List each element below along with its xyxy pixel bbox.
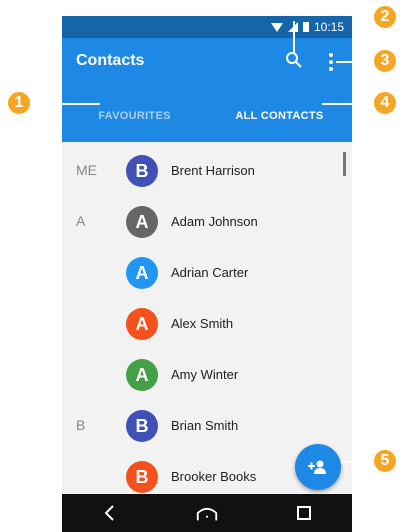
tab-favourites[interactable]: FAVOURITES — [62, 90, 207, 142]
contact-avatar: A — [126, 206, 158, 238]
status-bar: 10:15 — [62, 16, 352, 38]
callout-line — [322, 103, 376, 105]
app-title: Contacts — [76, 52, 145, 69]
contact-row[interactable]: A Alex Smith — [62, 299, 352, 350]
wifi-icon — [270, 22, 283, 32]
status-time: 10:15 — [313, 20, 344, 34]
contact-name: Adam Johnson — [171, 214, 258, 229]
contact-avatar: B — [126, 410, 158, 442]
contact-name: Amy Winter — [171, 367, 239, 382]
callout-3: 3 — [372, 48, 398, 74]
callout-2: 2 — [372, 4, 398, 30]
contacts-list[interactable]: ME B Brent Harrison A A Adam Johnson A A… — [62, 142, 352, 494]
section-header: A — [76, 213, 86, 229]
add-contact-button[interactable] — [295, 444, 341, 490]
nav-back-button[interactable] — [98, 501, 122, 525]
section-header: B — [76, 417, 86, 433]
tab-bar: FAVOURITES ALL CONTACTS — [62, 90, 352, 216]
contact-name: Brian Smith — [171, 418, 239, 433]
tab-all-contacts[interactable]: ALL CONTACTS — [207, 90, 352, 142]
tab-all-contacts-label: ALL CONTACTS — [235, 110, 324, 122]
contact-name: Alex Smith — [171, 316, 234, 331]
app-bar: Contacts — [62, 38, 352, 90]
contact-name: Adrian Carter — [171, 265, 249, 280]
contact-row[interactable]: A A Adam Johnson — [62, 197, 352, 248]
contact-avatar: B — [126, 461, 158, 493]
callout-1: 1 — [6, 90, 32, 116]
contact-avatar: B — [126, 155, 158, 187]
callout-line — [336, 61, 376, 63]
scrollbar[interactable] — [343, 152, 346, 176]
recents-icon — [296, 506, 311, 520]
contact-row[interactable]: A Amy Winter — [62, 350, 352, 401]
contact-name: Brent Harrison — [171, 163, 255, 178]
contact-row[interactable]: B B Brian Smith — [62, 401, 352, 452]
callout-line — [293, 21, 295, 53]
system-nav-bar — [62, 494, 352, 532]
battery-icon — [302, 22, 309, 32]
phone-screen: 10:15 Contacts FAVOURITES ALL CONTACTS M… — [62, 16, 352, 532]
contact-row[interactable]: ME B Brent Harrison — [62, 146, 352, 197]
add-person-icon — [308, 460, 326, 474]
contact-avatar: A — [126, 359, 158, 391]
home-icon — [196, 507, 218, 521]
contact-avatar: A — [126, 308, 158, 340]
search-button[interactable] — [284, 50, 304, 70]
contact-name: Brooker Books — [171, 469, 257, 484]
contact-row[interactable]: A Adrian Carter — [62, 248, 352, 299]
nav-home-button[interactable] — [195, 501, 219, 525]
section-header: ME — [76, 162, 97, 178]
callout-4: 4 — [372, 90, 398, 116]
contact-avatar: A — [126, 257, 158, 289]
callout-5: 5 — [372, 448, 398, 474]
callout-line — [40, 103, 100, 105]
tab-favourites-label: FAVOURITES — [98, 110, 171, 122]
nav-recents-button[interactable] — [292, 501, 316, 525]
callout-line — [341, 461, 376, 463]
back-icon — [104, 505, 115, 521]
search-icon — [286, 52, 302, 68]
